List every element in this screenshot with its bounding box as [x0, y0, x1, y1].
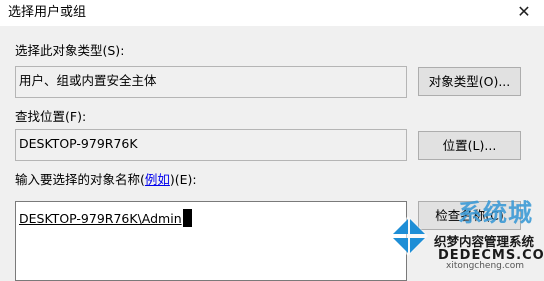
watermark-url: xitongcheng.com	[446, 261, 524, 271]
object-types-button[interactable]: 对象类型(O)...	[418, 67, 521, 96]
object-type-field: 用户、组或内置安全主体	[15, 66, 407, 98]
close-icon[interactable]: ✕	[504, 0, 544, 26]
examples-link[interactable]: 例如	[145, 172, 170, 187]
window-title: 选择用户或组	[8, 5, 87, 20]
object-names-label-suffix: )(E):	[169, 172, 197, 187]
windows-logo-icon	[388, 216, 428, 256]
object-type-label: 选择此对象类型(S):	[15, 43, 125, 58]
location-field: DESKTOP-979R76K	[15, 129, 407, 161]
object-names-label: 输入要选择的对象名称(例如)(E):	[15, 172, 197, 188]
object-names-input[interactable]: DESKTOP-979R76K\Admin	[15, 201, 407, 281]
locations-button[interactable]: 位置(L)...	[418, 131, 521, 160]
object-names-label-prefix: 输入要选择的对象名称(	[15, 172, 145, 187]
title-bar: 选择用户或组 ✕	[0, 0, 544, 26]
location-label: 查找位置(F):	[15, 109, 87, 124]
watermark-brand: 织梦内容管理系统	[434, 234, 535, 249]
text-cursor	[182, 209, 192, 227]
watermark-site-name: 系统城	[458, 199, 533, 227]
object-names-text: DESKTOP-979R76K\Admin	[19, 211, 182, 226]
